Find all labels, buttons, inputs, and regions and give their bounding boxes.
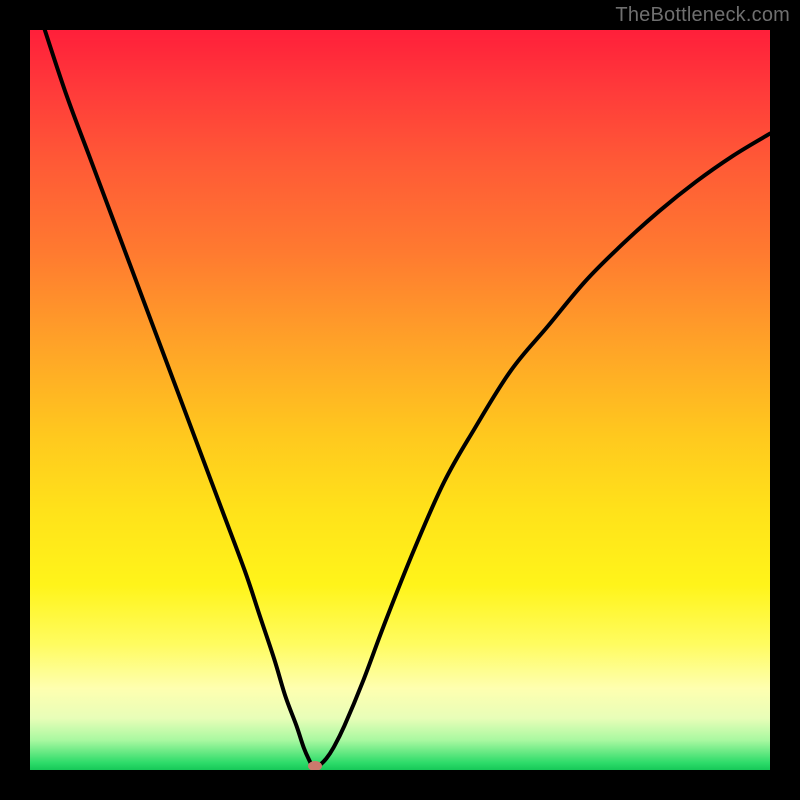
chart-container: TheBottleneck.com: [0, 0, 800, 800]
plot-area: [30, 30, 770, 770]
bottleneck-curve-path: [45, 30, 770, 767]
curve-svg: [30, 30, 770, 770]
watermark-text: TheBottleneck.com: [615, 4, 790, 27]
optimal-point-marker: [308, 761, 322, 770]
